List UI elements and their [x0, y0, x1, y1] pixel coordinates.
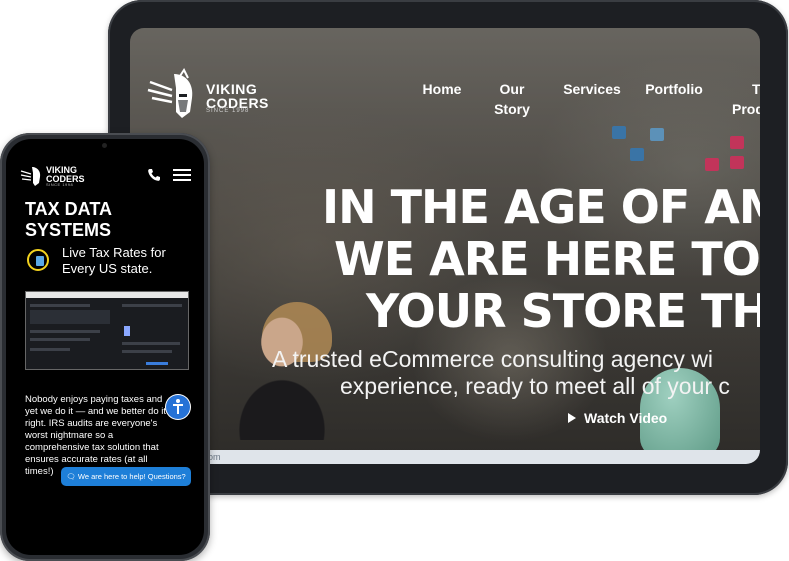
- phone-logo[interactable]: VIKING CODERS SINCE 1998: [20, 164, 100, 188]
- hero-subtitle-line1: A trusted eCommerce consulting agency wi: [272, 346, 714, 372]
- calculator-icon: [27, 249, 49, 271]
- watch-video-button[interactable]: Watch Video: [568, 410, 667, 426]
- body-paragraph: Nobody enjoys paying taxes and yet we do…: [25, 394, 166, 477]
- watch-video-label: Watch Video: [584, 410, 668, 426]
- chat-help-button[interactable]: 🗨 We are here to help! Questions?: [61, 467, 191, 486]
- section-title-line2: SYSTEMS: [25, 220, 112, 240]
- browser-url-bar: [130, 450, 760, 464]
- tax-dashboard-screenshot: [25, 291, 189, 370]
- accessibility-icon[interactable]: [166, 395, 190, 419]
- phone-logo-since: SINCE 1998: [46, 182, 74, 187]
- section-title: TAX DATA SYSTEMS: [25, 199, 112, 241]
- viking-logo-icon: [20, 167, 41, 186]
- feature-line2: Every US state.: [62, 261, 153, 276]
- hero-headline-line2: WE ARE HERE TO: [334, 232, 760, 286]
- menu-icon[interactable]: [173, 168, 191, 182]
- hero-subtitle-line2: experience, ready to meet all of your c: [340, 373, 730, 399]
- hero-text-layer: IN THE AGE OF AM WE ARE HERE TO YOUR STO…: [130, 28, 760, 464]
- hero-headline-line1: IN THE AGE OF AM: [322, 180, 760, 234]
- hero-headline-line3: YOUR STORE TH: [366, 284, 760, 338]
- feature-text: Live Tax Rates for Every US state.: [62, 245, 166, 277]
- section-title-line1: TAX DATA: [25, 199, 112, 219]
- camera-dot: [102, 143, 107, 148]
- phone-icon[interactable]: [147, 168, 161, 182]
- feature-line1: Live Tax Rates for: [62, 245, 166, 260]
- play-icon: [568, 413, 576, 423]
